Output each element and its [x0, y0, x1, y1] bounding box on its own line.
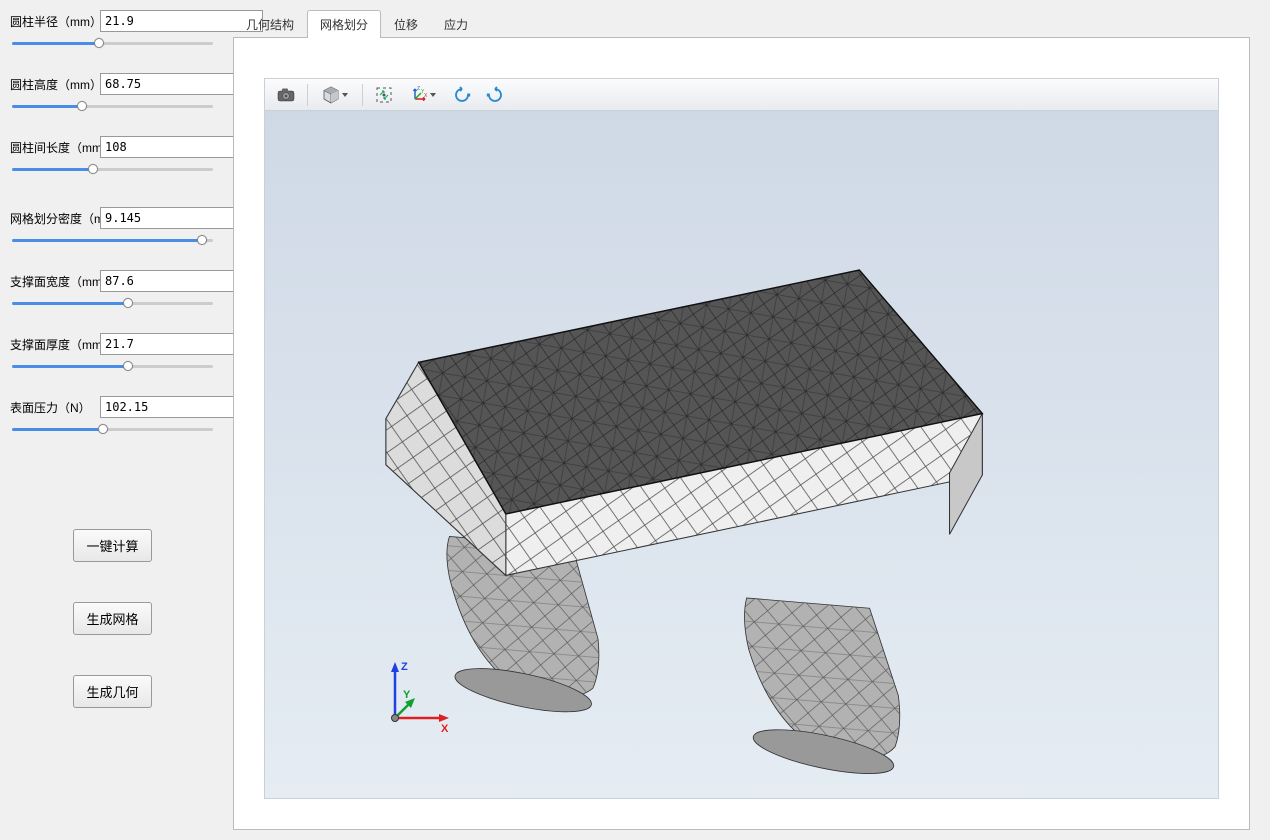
param-slider[interactable]	[12, 359, 213, 373]
viewport-frame: Z X Y	[233, 37, 1250, 830]
param-group: 圆柱半径（mm）	[10, 10, 215, 53]
rotate-cw-button[interactable]	[480, 82, 510, 108]
chevron-down-icon	[342, 93, 348, 97]
rotate-cw-icon	[485, 85, 505, 105]
svg-text:Z: Z	[401, 661, 408, 673]
generate-geometry-button[interactable]: 生成几何	[73, 675, 151, 708]
tab-displacement[interactable]: 位移	[381, 10, 431, 38]
param-group: 支撑面厚度（mm）	[10, 333, 215, 376]
generate-mesh-button[interactable]: 生成网格	[73, 602, 151, 635]
main-panel: 几何结构网格划分位移应力	[225, 0, 1270, 840]
tab-mesh[interactable]: 网格划分	[307, 10, 381, 38]
chevron-down-icon	[430, 93, 436, 97]
param-slider[interactable]	[12, 36, 213, 50]
svg-text:Y: Y	[403, 689, 411, 701]
param-group: 支撑面宽度（mm）	[10, 270, 215, 313]
svg-text:X: X	[441, 723, 449, 735]
param-slider[interactable]	[12, 233, 213, 247]
camera-icon[interactable]	[271, 82, 301, 108]
viewport-toolbar: Z X Y	[265, 79, 1218, 111]
param-group: 圆柱高度（mm）	[10, 73, 215, 116]
axes-triad: Z X Y	[375, 658, 455, 738]
param-group: 圆柱间长度（mm）	[10, 136, 215, 179]
compute-button[interactable]: 一键计算	[73, 529, 151, 562]
viewport: Z X Y	[264, 78, 1219, 799]
fit-view-button[interactable]	[369, 82, 399, 108]
param-label: 表面压力（N）	[10, 399, 94, 416]
param-group: 表面压力（N）	[10, 396, 215, 439]
svg-text:Z: Z	[417, 86, 420, 92]
param-group: 网格划分密度（mm）	[10, 207, 215, 250]
tabs: 几何结构网格划分位移应力	[233, 10, 1250, 38]
param-label: 圆柱间长度（mm）	[10, 139, 94, 156]
param-label: 支撑面宽度（mm）	[10, 273, 94, 290]
action-buttons: 一键计算 生成网格 生成几何	[10, 529, 215, 708]
rotate-ccw-button[interactable]	[447, 82, 477, 108]
svg-text:X: X	[424, 93, 428, 99]
tab-geometry[interactable]: 几何结构	[233, 10, 307, 38]
cube-view-button[interactable]	[314, 82, 356, 108]
param-slider[interactable]	[12, 296, 213, 310]
cube-icon	[322, 86, 340, 104]
param-slider[interactable]	[12, 422, 213, 436]
param-label: 支撑面厚度（mm）	[10, 336, 94, 353]
param-label: 网格划分密度（mm）	[10, 210, 94, 227]
param-label: 圆柱高度（mm）	[10, 76, 94, 93]
param-slider[interactable]	[12, 99, 213, 113]
sidebar: 圆柱半径（mm） 圆柱高度（mm） 圆柱间长度（mm） 网格划分密度（mm） 支撑面宽度…	[0, 0, 225, 840]
axes-orientation-button[interactable]: Z X Y	[402, 82, 444, 108]
param-slider[interactable]	[12, 162, 213, 176]
fit-view-icon	[375, 86, 393, 104]
tab-stress[interactable]: 应力	[431, 10, 481, 38]
3d-canvas[interactable]: Z X Y	[265, 111, 1218, 798]
rotate-ccw-icon	[452, 85, 472, 105]
axes-xyz-icon: Z X Y	[410, 86, 428, 104]
param-label: 圆柱半径（mm）	[10, 13, 94, 30]
